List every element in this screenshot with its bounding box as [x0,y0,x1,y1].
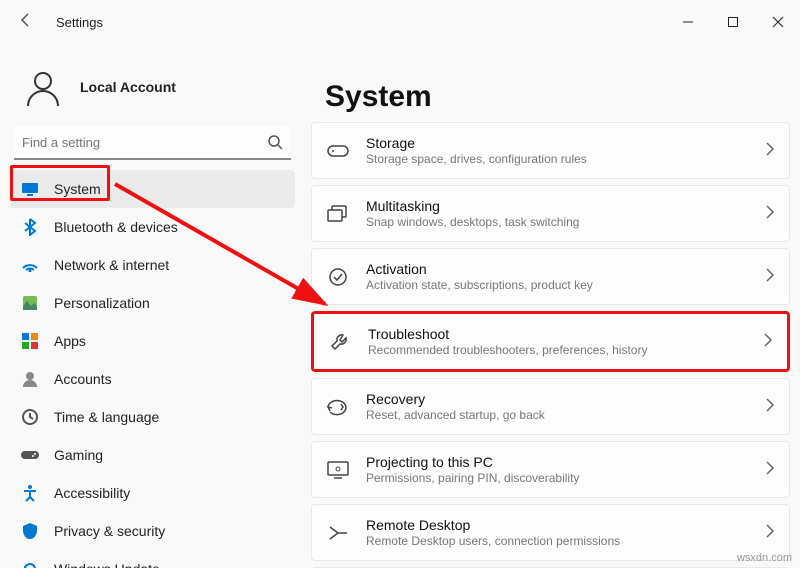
nav-label: Personalization [54,295,150,311]
nav-label: Time & language [54,409,159,425]
close-button[interactable] [755,3,800,41]
account-block[interactable]: Local Account [8,54,297,124]
window-title: Settings [56,15,103,30]
chevron-right-icon [765,268,775,285]
remote-icon [326,521,350,545]
row-text: Remote Desktop Remote Desktop users, con… [366,517,749,548]
nav-item-accessibility[interactable]: Accessibility [10,474,295,512]
row-title: Troubleshoot [368,326,747,342]
row-title: Projecting to this PC [366,454,749,470]
gaming-icon [20,445,40,465]
chevron-right-icon [765,205,775,222]
row-text: Activation Activation state, subscriptio… [366,261,749,292]
nav-label: Gaming [54,447,103,463]
row-subtitle: Storage space, drives, configuration rul… [366,152,749,166]
nav-label: Accessibility [54,485,130,501]
chevron-right-icon [765,524,775,541]
row-subtitle: Snap windows, desktops, task switching [366,215,749,229]
main-panel: System Storage Storage space, drives, co… [305,44,800,568]
nav-item-privacy[interactable]: Privacy & security [10,512,295,550]
nav-item-bluetooth[interactable]: Bluetooth & devices [10,208,295,246]
settings-rows: Storage Storage space, drives, configura… [311,122,790,568]
row-text: Multitasking Snap windows, desktops, tas… [366,198,749,229]
personalization-icon [20,293,40,313]
update-icon [20,559,40,568]
titlebar: Settings [0,0,800,44]
recovery-icon [326,395,350,419]
search-input[interactable] [14,126,291,160]
nav-item-update[interactable]: Windows Update [10,550,295,568]
projecting-icon [326,458,350,482]
row-troubleshoot[interactable]: Troubleshoot Recommended troubleshooters… [311,311,790,372]
row-title: Remote Desktop [366,517,749,533]
nav-label: Network & internet [54,257,169,273]
row-text: Projecting to this PC Permissions, pairi… [366,454,749,485]
row-title: Storage [366,135,749,151]
troubleshoot-icon [328,330,352,354]
sidebar: Local Account System Bluetooth & devices N… [0,44,305,568]
apps-icon [20,331,40,351]
nav-item-system[interactable]: System [10,170,295,208]
nav-label: Apps [54,333,86,349]
search-icon [267,134,283,155]
row-storage[interactable]: Storage Storage space, drives, configura… [311,122,790,179]
multitasking-icon [326,202,350,226]
row-subtitle: Recommended troubleshooters, preferences… [368,343,747,357]
nav-item-gaming[interactable]: Gaming [10,436,295,474]
nav-item-network[interactable]: Network & internet [10,246,295,284]
minimize-button[interactable] [665,3,710,41]
maximize-button[interactable] [710,3,755,41]
chevron-right-icon [765,398,775,415]
nav-item-time[interactable]: Time & language [10,398,295,436]
page-heading: System [311,44,790,122]
system-icon [20,179,40,199]
nav-label: System [54,181,101,197]
nav-label: Accounts [54,371,112,387]
network-icon [20,255,40,275]
activation-icon [326,265,350,289]
nav-label: Bluetooth & devices [54,219,178,235]
row-text: Storage Storage space, drives, configura… [366,135,749,166]
settings-window: Settings Local Account System Bluetooth &… [0,0,800,568]
privacy-icon [20,521,40,541]
nav-label: Privacy & security [54,523,165,539]
row-projecting[interactable]: Projecting to this PC Permissions, pairi… [311,441,790,498]
nav-item-accounts[interactable]: Accounts [10,360,295,398]
row-subtitle: Remote Desktop users, connection permiss… [366,534,749,548]
row-title: Recovery [366,391,749,407]
bluetooth-icon [20,217,40,237]
nav-label: Windows Update [54,561,160,568]
nav-item-apps[interactable]: Apps [10,322,295,360]
row-text: Recovery Reset, advanced startup, go bac… [366,391,749,422]
row-recovery[interactable]: Recovery Reset, advanced startup, go bac… [311,378,790,435]
row-remote[interactable]: Remote Desktop Remote Desktop users, con… [311,504,790,561]
chevron-right-icon [763,333,773,350]
accessibility-icon [20,483,40,503]
chevron-right-icon [765,142,775,159]
row-subtitle: Permissions, pairing PIN, discoverabilit… [366,471,749,485]
row-title: Activation [366,261,749,277]
nav-item-personalization[interactable]: Personalization [10,284,295,322]
chevron-right-icon [765,461,775,478]
account-name: Local Account [80,79,176,95]
row-text: Troubleshoot Recommended troubleshooters… [368,326,747,357]
avatar-icon [22,66,64,108]
time-icon [20,407,40,427]
row-multitasking[interactable]: Multitasking Snap windows, desktops, tas… [311,185,790,242]
row-subtitle: Activation state, subscriptions, product… [366,278,749,292]
row-activation[interactable]: Activation Activation state, subscriptio… [311,248,790,305]
search-container [14,126,291,160]
row-title: Multitasking [366,198,749,214]
accounts-icon [20,369,40,389]
nav-list: System Bluetooth & devices Network & inter… [8,168,297,568]
window-controls [665,3,800,41]
storage-icon [326,139,350,163]
row-subtitle: Reset, advanced startup, go back [366,408,749,422]
watermark: wsxdn.com [737,552,792,564]
body: Local Account System Bluetooth & devices N… [0,44,800,568]
back-button[interactable] [18,12,38,32]
